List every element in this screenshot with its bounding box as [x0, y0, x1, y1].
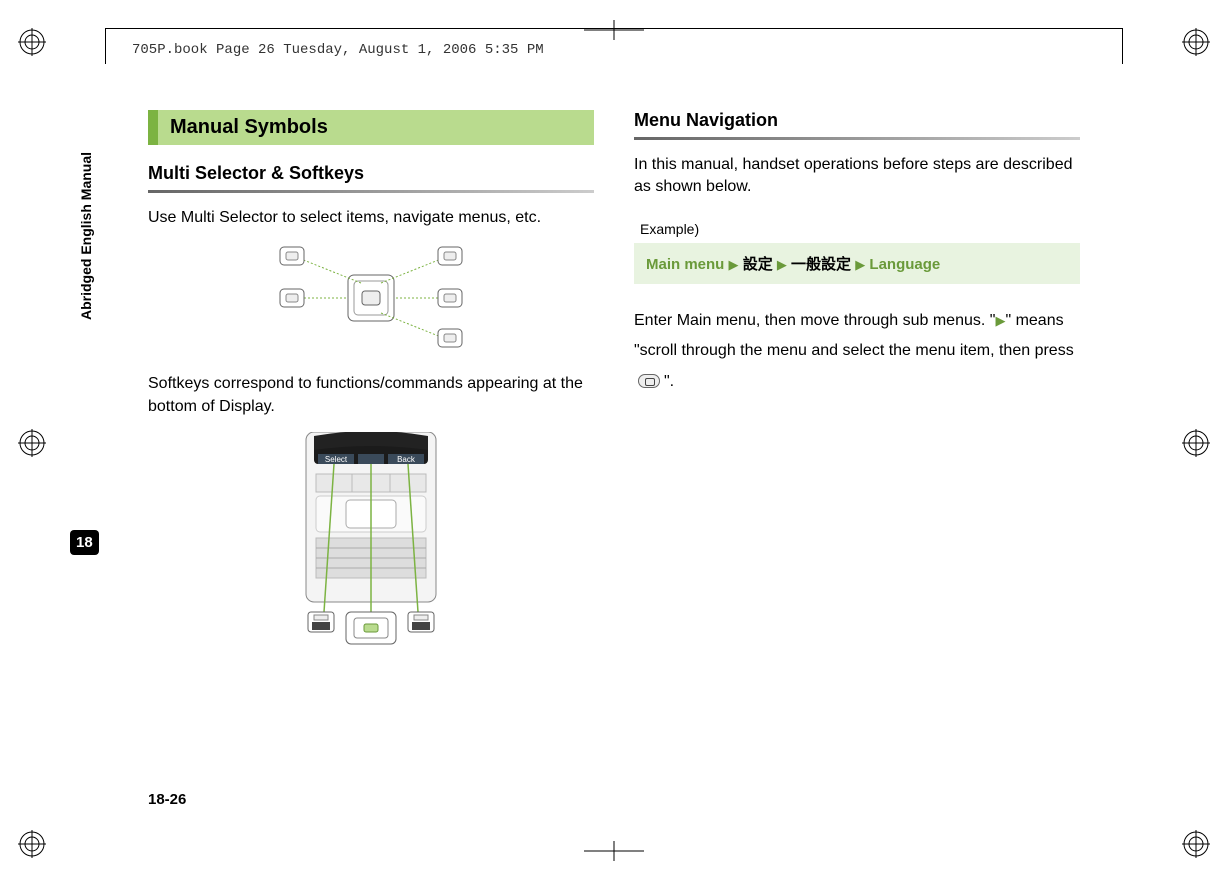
registration-mark-icon — [18, 28, 46, 56]
softkey-right-label: Back — [397, 455, 416, 464]
body-text: Softkeys correspond to functions/command… — [148, 373, 594, 418]
triangle-icon: ▶ — [855, 257, 865, 272]
triangle-icon: ▶ — [777, 257, 787, 272]
registration-mark-icon — [18, 830, 46, 858]
subsection-title: Menu Navigation — [634, 110, 1080, 131]
registration-mark-icon — [1182, 28, 1210, 56]
softkey-figure: Select Back — [148, 432, 594, 652]
registration-mark-icon — [1182, 830, 1210, 858]
header-rule — [105, 28, 1123, 29]
softkey-left-label: Select — [325, 455, 348, 464]
body-text: Enter Main menu, then move through sub m… — [634, 306, 1080, 397]
page-content: Manual Symbols Multi Selector & Softkeys… — [148, 110, 1080, 806]
chapter-tab: 18 — [70, 530, 99, 555]
nav-main: Main menu — [646, 256, 724, 273]
text-part: Enter Main menu, then move through sub m… — [634, 312, 995, 329]
nav-step: 一般設定 — [791, 256, 851, 273]
subsection-rule — [634, 137, 1080, 140]
right-column: Menu Navigation In this manual, handset … — [634, 110, 1080, 806]
header-rule-left — [105, 28, 106, 64]
sidebar-label: Abridged English Manual — [78, 152, 94, 320]
example-label: Example) — [640, 221, 1080, 237]
crop-cross-icon — [584, 841, 644, 866]
left-column: Manual Symbols Multi Selector & Softkeys… — [148, 110, 594, 806]
multi-selector-figure — [148, 243, 594, 353]
subsection-rule — [148, 190, 594, 193]
ok-button-icon — [638, 374, 660, 388]
body-text: Use Multi Selector to select items, navi… — [148, 207, 594, 229]
section-title: Manual Symbols — [148, 110, 594, 145]
triangle-icon: ▶ — [995, 313, 1005, 328]
text-part: ". — [664, 373, 674, 390]
nav-example-box: Main menu ▶ 設定 ▶ 一般設定 ▶ Language — [634, 243, 1080, 284]
registration-mark-icon — [1182, 429, 1210, 457]
subsection-title: Multi Selector & Softkeys — [148, 163, 594, 184]
body-text: In this manual, handset operations befor… — [634, 154, 1080, 199]
header-rule-right — [1122, 28, 1123, 64]
file-header-info: 705P.book Page 26 Tuesday, August 1, 200… — [132, 42, 544, 58]
nav-step: 設定 — [743, 256, 773, 273]
registration-mark-icon — [18, 429, 46, 457]
nav-step: Language — [869, 256, 940, 273]
triangle-icon: ▶ — [729, 257, 739, 272]
crop-cross-icon — [584, 20, 644, 45]
